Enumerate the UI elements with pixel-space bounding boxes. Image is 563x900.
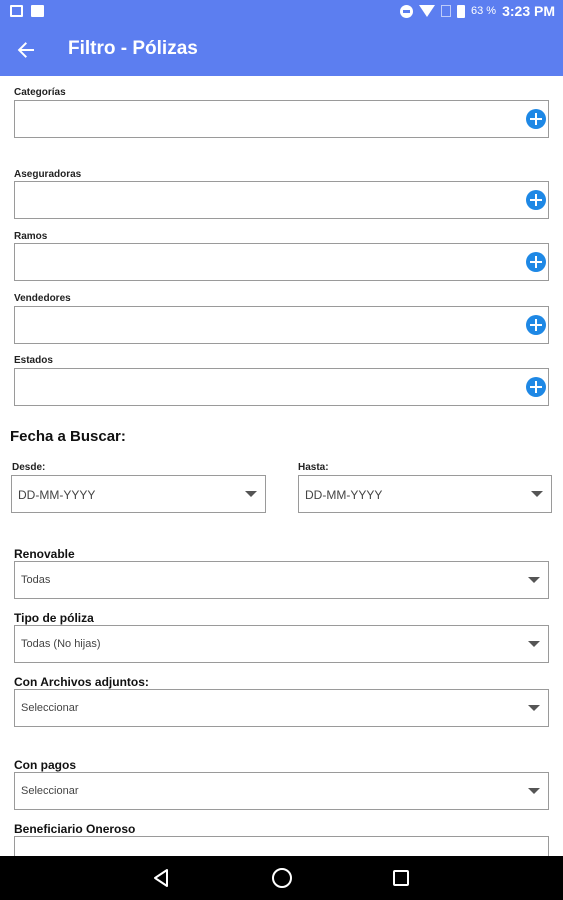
categorias-field[interactable] (14, 100, 549, 138)
ramos-field[interactable] (14, 243, 549, 281)
status-bar: 63 % 3:23 PM (0, 0, 563, 24)
renovable-select[interactable]: Todas (14, 561, 549, 599)
dropdown-arrow-icon (528, 788, 540, 794)
estados-label: Estados (14, 355, 53, 366)
system-nav-bar (0, 856, 563, 900)
ramos-label: Ramos (14, 231, 48, 242)
con-pagos-label: Con pagos (14, 758, 76, 772)
no-signal-icon (441, 5, 451, 17)
beneficiario-oneroso-select[interactable] (14, 836, 549, 856)
desde-label: Desde: (12, 462, 46, 473)
hasta-label: Hasta: (298, 462, 329, 473)
categorias-label: Categorías (14, 87, 66, 98)
battery-percent: 63 % (471, 5, 497, 17)
image-notification-icon (31, 5, 44, 17)
do-not-disturb-icon (400, 4, 413, 18)
tipo-poliza-label: Tipo de póliza (14, 611, 94, 625)
filter-form: Categorías Aseguradoras Ramos Vendedores… (0, 76, 563, 856)
circle-home-icon[interactable] (272, 868, 292, 888)
desde-date-select[interactable]: DD-MM-YYYY (11, 475, 266, 513)
hasta-date-select[interactable]: DD-MM-YYYY (298, 475, 552, 513)
battery-icon (457, 4, 465, 18)
add-circle-icon[interactable] (526, 315, 546, 335)
tipo-poliza-select[interactable]: Todas (No hijas) (14, 625, 549, 663)
triangle-back-icon[interactable] (152, 868, 170, 888)
con-pagos-select[interactable]: Seleccionar (14, 772, 549, 810)
dropdown-arrow-icon (528, 641, 540, 647)
arrow-left-icon (17, 42, 34, 58)
date-section-title: Fecha a Buscar: (10, 428, 126, 445)
dropdown-arrow-icon (528, 705, 540, 711)
square-recents-icon[interactable] (393, 870, 409, 886)
dropdown-arrow-icon (528, 577, 540, 583)
renovable-value: Todas (21, 574, 51, 586)
archivos-adjuntos-value: Seleccionar (21, 702, 79, 714)
archivos-adjuntos-label: Con Archivos adjuntos: (14, 675, 149, 689)
app-bar: Filtro - Pólizas (0, 24, 563, 76)
dropdown-arrow-icon (245, 491, 257, 497)
dropdown-arrow-icon (531, 491, 543, 497)
page-title: Filtro - Pólizas (68, 38, 198, 59)
wifi-icon (419, 5, 435, 17)
add-circle-icon[interactable] (526, 190, 546, 210)
add-circle-icon[interactable] (526, 252, 546, 272)
back-button[interactable] (12, 36, 40, 64)
vendedores-label: Vendedores (14, 293, 71, 304)
add-circle-icon[interactable] (526, 109, 546, 129)
archivos-adjuntos-select[interactable]: Seleccionar (14, 689, 549, 727)
renovable-label: Renovable (14, 547, 75, 561)
screen-notification-icon (10, 5, 23, 17)
estados-field[interactable] (14, 368, 549, 406)
vendedores-field[interactable] (14, 306, 549, 344)
con-pagos-value: Seleccionar (21, 785, 79, 797)
desde-value: DD-MM-YYYY (18, 488, 96, 502)
beneficiario-oneroso-label: Beneficiario Oneroso (14, 822, 136, 836)
add-circle-icon[interactable] (526, 377, 546, 397)
aseguradoras-label: Aseguradoras (14, 169, 82, 180)
hasta-value: DD-MM-YYYY (305, 488, 383, 502)
aseguradoras-field[interactable] (14, 181, 549, 219)
tipo-poliza-value: Todas (No hijas) (21, 638, 101, 650)
clock: 3:23 PM (502, 3, 555, 19)
